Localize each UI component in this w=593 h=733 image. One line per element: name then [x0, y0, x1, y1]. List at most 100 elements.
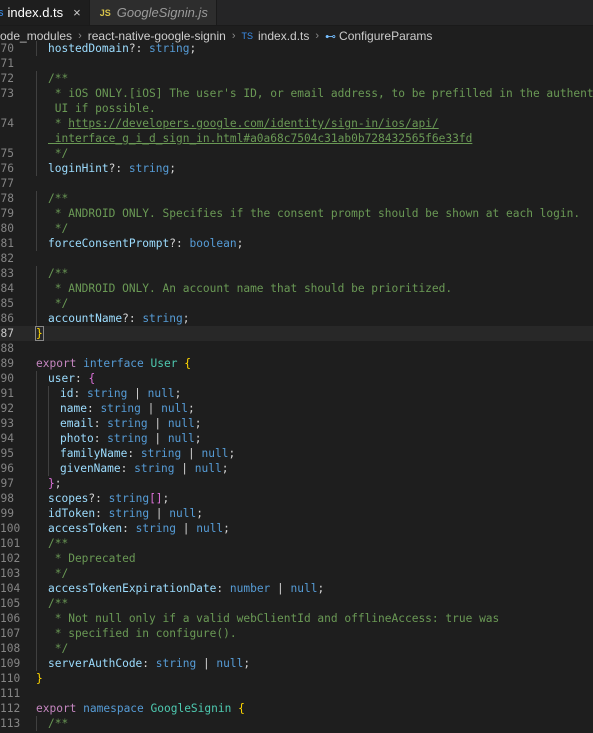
code-line[interactable]: 84 * ANDROID ONLY. An account name that … — [0, 281, 593, 296]
code-line[interactable]: 107 * specified in configure(). — [0, 626, 593, 641]
code-line[interactable]: 103 */ — [0, 566, 593, 581]
code-line[interactable]: 75 */ — [0, 146, 593, 161]
line-number: 74 — [0, 117, 14, 130]
code-line[interactable]: 81 forceConsentPrompt?: boolean; — [0, 236, 593, 251]
code-line[interactable]: 91 id: string | null; — [0, 386, 593, 401]
code-token: * Deprecated — [48, 552, 136, 565]
code-line[interactable]: 88 — [0, 341, 593, 356]
line-number: 112 — [0, 702, 21, 715]
typescript-file-icon: s — [0, 6, 4, 19]
code-line[interactable]: 102 * Deprecated — [0, 551, 593, 566]
code-line[interactable]: 113 /** — [0, 716, 593, 731]
code-line[interactable]: 77 — [0, 176, 593, 191]
code-line[interactable]: 111 — [0, 686, 593, 701]
code-token: boolean — [189, 237, 237, 250]
tab-googlesignin-js[interactable]: JS GoogleSignin.js — [89, 0, 217, 25]
code-token: ; — [169, 162, 177, 175]
code-line[interactable]: 101 /** — [0, 536, 593, 551]
line-number: 89 — [0, 357, 14, 370]
code-line[interactable]: 95 familyName: string | null; — [0, 446, 593, 461]
code-token: | — [140, 402, 162, 415]
code-line[interactable]: 79 * ANDROID ONLY. Specifies if the cons… — [0, 206, 593, 221]
code-token: namespace — [83, 702, 151, 715]
code-line[interactable]: 83 /** — [0, 266, 593, 281]
code-line[interactable]: interface_g_i_d_sign_in.html#a0a68c7504c… — [0, 131, 593, 146]
javascript-file-icon: JS — [99, 7, 111, 18]
code-token: string — [100, 402, 141, 415]
code-line[interactable]: 99 idToken: string | null; — [0, 506, 593, 521]
code-line[interactable]: 109 serverAuthCode: string | null; — [0, 656, 593, 671]
code-line[interactable]: 106 * Not null only if a valid webClient… — [0, 611, 593, 626]
code-line[interactable]: 82 — [0, 251, 593, 266]
code-line[interactable]: 70 hostedDomain?: string; — [0, 41, 593, 56]
code-token: loginHint — [48, 162, 109, 175]
line-number: 83 — [0, 267, 14, 280]
indent-guide — [36, 41, 37, 56]
line-number: 94 — [0, 432, 14, 445]
code-token: ?: — [108, 162, 129, 175]
code-token: ; — [162, 492, 170, 505]
code-line[interactable]: 108 */ — [0, 641, 593, 656]
code-line[interactable]: 112 export namespace GoogleSignin { — [0, 701, 593, 716]
code-line[interactable]: 110} — [0, 671, 593, 686]
code-content: name: string | null; — [60, 401, 195, 416]
indent-guide — [36, 506, 37, 521]
code-content: idToken: string | null; — [48, 506, 203, 521]
code-content: givenName: string | null; — [60, 461, 228, 476]
code-line[interactable]: 87} — [0, 326, 593, 341]
code-content: */ — [48, 566, 68, 581]
code-token: ; — [236, 237, 244, 250]
line-number: 95 — [0, 447, 14, 460]
tab-label: GoogleSignin.js — [116, 5, 208, 20]
indent-guide — [36, 161, 37, 176]
code-line[interactable]: 76 loginHint?: string; — [0, 161, 593, 176]
line-number: 97 — [0, 477, 14, 490]
line-number: 85 — [0, 297, 14, 310]
code-content: * https://developers.google.com/identity… — [48, 116, 439, 131]
code-content: email: string | null; — [60, 416, 202, 431]
typescript-file-icon: TS — [241, 31, 253, 41]
code-line[interactable]: 90 user: { — [0, 371, 593, 386]
code-line[interactable]: 73 * iOS ONLY.[iOS] The user's ID, or em… — [0, 86, 593, 101]
code-line[interactable]: 93 email: string | null; — [0, 416, 593, 431]
code-content: }; — [48, 476, 62, 491]
code-content: familyName: string | null; — [60, 446, 235, 461]
code-token: | — [147, 417, 168, 430]
close-icon[interactable]: × — [73, 5, 81, 20]
code-line[interactable]: 105 /** — [0, 596, 593, 611]
code-content: user: { — [48, 371, 95, 386]
code-token: } — [36, 672, 43, 685]
code-line[interactable]: 97}; — [0, 476, 593, 491]
code-token: ; — [223, 522, 230, 535]
code-line[interactable]: 72 /** — [0, 71, 593, 86]
code-editor[interactable]: 70 hostedDomain?: string; 71 72/** 73 * iOS … — [0, 41, 593, 733]
line-number: 99 — [0, 507, 14, 520]
code-content: /** — [48, 536, 68, 551]
code-line[interactable]: 96 givenName: string | null; — [0, 461, 593, 476]
code-line[interactable]: 89 export interface User { — [0, 356, 593, 371]
code-content: forceConsentPrompt?: boolean; — [48, 236, 243, 251]
code-line[interactable]: 104 accessTokenExpirationDate: number | n… — [0, 581, 593, 596]
code-token: * — [48, 117, 69, 130]
code-line[interactable]: UI if possible. — [0, 101, 593, 116]
code-line[interactable]: 74 * https://developers.google.com/ident… — [0, 116, 593, 131]
code-line[interactable]: 80 */ — [0, 221, 593, 236]
code-line[interactable]: 98 scopes?: string[]; — [0, 491, 593, 506]
code-line[interactable]: 94 photo: string | null; — [0, 431, 593, 446]
code-line[interactable]: 78 /** — [0, 191, 593, 206]
code-line[interactable]: 85 */ — [0, 296, 593, 311]
code-line[interactable]: 100 accessToken: string | null; — [0, 521, 593, 536]
code-token: /** — [48, 192, 69, 205]
tab-index-d-ts[interactable]: s index.d.ts × — [0, 0, 90, 25]
code-token: null — [216, 657, 244, 670]
code-token: photo — [60, 432, 94, 445]
line-number: 108 — [0, 642, 21, 655]
code-token: idToken — [48, 507, 96, 520]
code-token: * iOS ONLY.[iOS] The user's ID, or email… — [48, 87, 593, 100]
code-token: | — [174, 462, 195, 475]
code-token: */ — [48, 567, 69, 580]
code-line[interactable]: 92 name: string | null; — [0, 401, 593, 416]
code-line[interactable]: 71 — [0, 56, 593, 71]
code-line[interactable]: 86 accountName?: string; — [0, 311, 593, 326]
indent-guide — [36, 146, 37, 161]
